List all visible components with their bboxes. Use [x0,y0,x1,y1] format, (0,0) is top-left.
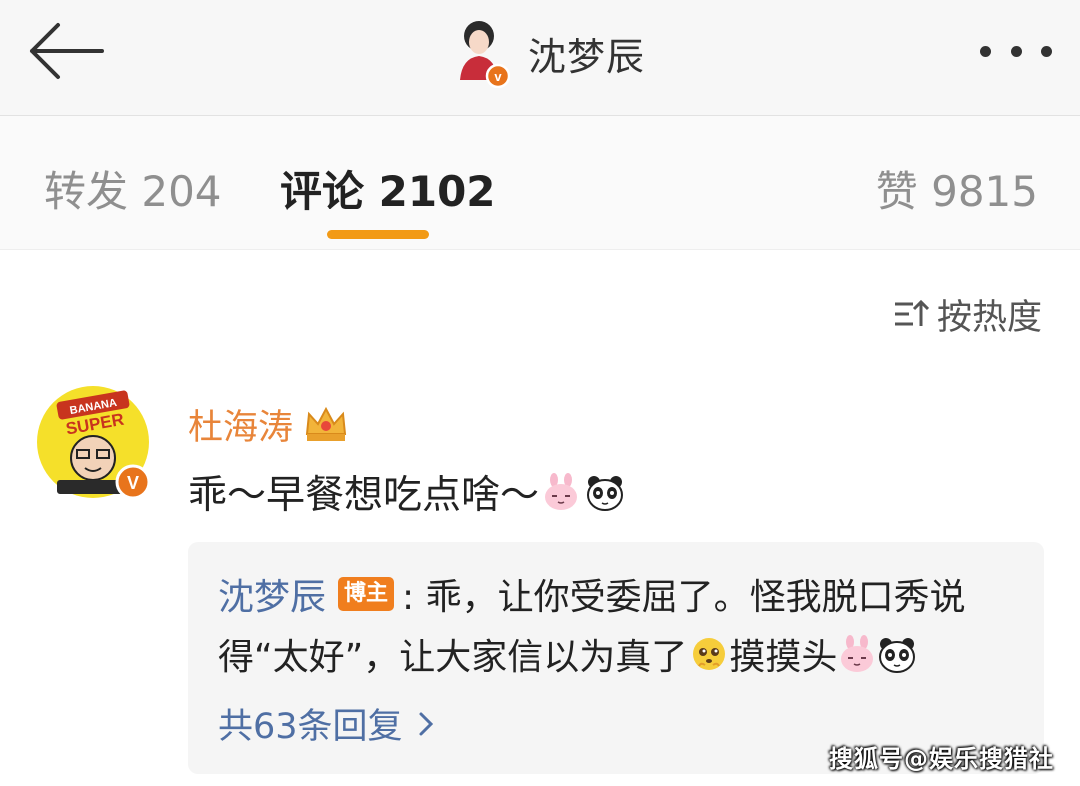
more-dots-icon [980,45,991,57]
watermark: 搜狐号@娱乐搜猎社 [829,745,1054,773]
pink-bunny-emoji-icon [545,473,578,510]
arrow-left-icon [30,23,104,79]
tab-comments[interactable]: 评论 2102 [280,158,496,219]
comment-text-row: 乖～早餐想吃点啥～ [188,464,625,520]
more-options-button[interactable] [980,36,1052,66]
commenter-name[interactable]: 杜海涛 [188,399,293,450]
top-bar: v 沈梦辰 [0,0,1080,116]
panda-emoji-icon [587,476,624,511]
active-tab-indicator [327,230,429,239]
comment-text: 乖～早餐想吃点啥～ [188,473,540,518]
back-button[interactable] [22,18,106,84]
panda-emoji-icon [879,638,916,673]
comment-header: 杜海涛 [188,400,349,448]
owner-badge: 博主 [338,577,395,611]
reply-text-continued: 得“太好”，让大家信以为真了 [218,637,688,678]
tab-likes[interactable]: 赞 9815 [876,158,1038,219]
crown-icon [305,406,347,441]
crying-face-emoji-icon [693,638,726,670]
view-replies-link[interactable]: 共63条回复 [218,698,435,749]
profile-header[interactable]: v 沈梦辰 [452,18,646,89]
chevron-right-icon [419,712,433,735]
reply-line: 得“太好”，让大家信以为真了 摸摸头 [218,628,917,680]
tab-reposts[interactable]: 转发 204 [44,158,222,219]
avatar[interactable]: v [452,18,511,89]
reply-text: : 乖，让你受委屈了。怪我脱口秀说 [402,577,966,618]
commenter-avatar[interactable]: BANANA SUPER V [35,380,157,508]
tab-bar: 转发 204 评论 2102 赞 9815 [0,116,1080,250]
svg-text:V: V [127,473,139,493]
page-title: 沈梦辰 [528,34,646,79]
reply-text-tail: 摸摸头 [729,637,838,678]
pink-bunny-emoji-icon [841,635,874,672]
svg-text:v: v [494,69,502,84]
sort-button[interactable]: 按热度 [893,292,1042,338]
reply-author-name[interactable]: 沈梦辰 [218,568,326,620]
reply-line: 沈梦辰 博主 : 乖，让你受委屈了。怪我脱口秀说 [218,568,966,620]
sort-label: 按热度 [936,297,1042,338]
sort-icon [894,299,929,326]
replies-count-label: 共63条回复 [218,707,403,747]
